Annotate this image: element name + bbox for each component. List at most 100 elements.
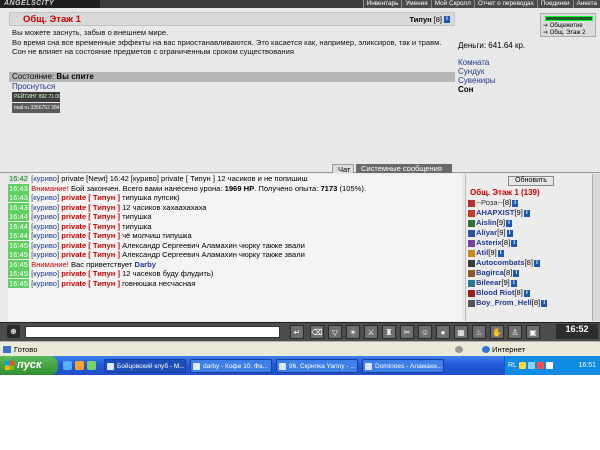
wakeup-link[interactable]: Проснуться: [12, 82, 55, 91]
chat-nick[interactable]: куриво: [33, 174, 57, 183]
refresh-button[interactable]: Обновить: [508, 176, 554, 186]
taskbar-window[interactable]: Бойцовский клуб - M...: [104, 358, 186, 373]
chat-nick[interactable]: куриво: [33, 269, 57, 278]
chat-time[interactable]: 16:45: [8, 240, 30, 250]
chat-time[interactable]: 16:45: [8, 250, 30, 259]
souvenirs-link[interactable]: Сувениры: [458, 76, 495, 85]
send-arrow-icon[interactable]: ↵: [290, 325, 304, 339]
chat-private-tag[interactable]: private [ Типун ]: [61, 269, 120, 278]
chat-nick[interactable]: куриво: [33, 212, 57, 221]
info-icon[interactable]: i: [506, 229, 513, 237]
user-name[interactable]: Asterix: [476, 238, 502, 248]
online-scrollbar[interactable]: [592, 174, 600, 321]
minimap-link[interactable]: ➔ Общежитие: [543, 23, 583, 30]
online-user[interactable]: Bagirca [8] i: [468, 268, 590, 278]
info-icon[interactable]: i: [533, 259, 540, 267]
privacy-icon[interactable]: [455, 346, 463, 353]
online-user[interactable]: Aliyar [9] i: [468, 228, 590, 238]
info-icon[interactable]: i: [511, 239, 518, 247]
site-logo[interactable]: ANGELSCITY: [0, 0, 100, 8]
user-name[interactable]: AHAPXIST: [476, 208, 514, 218]
user-name[interactable]: Autocombats: [476, 258, 525, 268]
online-user[interactable]: Blood Riot [8] i: [468, 288, 590, 298]
info-icon[interactable]: i: [497, 249, 504, 257]
chat-time[interactable]: 16:42: [8, 174, 30, 183]
nav-item-inventory[interactable]: Инвентарь: [362, 0, 402, 8]
online-user[interactable]: Autocombats [8] i: [468, 258, 590, 268]
nav-item-scroll[interactable]: Мой Скролл: [430, 0, 474, 8]
taskbar-window[interactable]: darby - Кофе 10. Фа...: [190, 358, 272, 373]
user-name[interactable]: Atil: [476, 248, 488, 258]
tab-chat[interactable]: Чат: [332, 164, 354, 174]
minimap-link[interactable]: ➔ Общ. Этаж 2: [543, 30, 585, 37]
potion-icon[interactable]: ♨: [472, 325, 486, 339]
chat-nick[interactable]: куриво: [33, 203, 57, 212]
chat-private-tag[interactable]: private [ Типун ]: [61, 279, 120, 288]
chat-time[interactable]: 16:43: [8, 183, 30, 193]
taskbar-window[interactable]: 96. Скрипка Yanny - ...: [276, 358, 358, 373]
chat-nick[interactable]: куриво: [33, 250, 57, 259]
hand-icon[interactable]: ✋: [490, 325, 504, 339]
chat-time[interactable]: 16:45: [8, 278, 30, 288]
online-user[interactable]: Atil [9] i: [468, 248, 590, 258]
chat-private-tag[interactable]: private [ Типун ]: [61, 222, 120, 231]
mailru-counter[interactable]: mail.ru 3356752 28415: [12, 103, 60, 113]
nav-item-skills[interactable]: Умения: [401, 0, 431, 8]
ball-icon[interactable]: ●: [436, 325, 450, 339]
chat-private-tag[interactable]: private [ Типун ]: [61, 231, 120, 240]
chat-nick[interactable]: Darby: [134, 260, 156, 269]
info-icon[interactable]: i: [444, 16, 450, 23]
smile-icon[interactable]: ☺: [418, 325, 432, 339]
media-icon[interactable]: [75, 361, 84, 370]
rating-counter[interactable]: РЕЙТИНГ 892 71 009: [12, 92, 60, 102]
taskbar-window[interactable]: Dominoes - Аламахи...: [362, 358, 444, 373]
language-indicator[interactable]: RL: [508, 362, 517, 369]
online-user[interactable]: Boy_From_Hell [8] i: [468, 298, 590, 308]
info-icon[interactable]: i: [506, 219, 513, 227]
eraser-icon[interactable]: ⌫: [310, 325, 324, 339]
user-name[interactable]: Aliyar: [476, 228, 497, 238]
online-user[interactable]: Asterix [8] i: [468, 238, 590, 248]
chat-nick[interactable]: куриво: [33, 241, 57, 250]
info-icon[interactable]: i: [512, 199, 519, 207]
nav-item-duels[interactable]: Поединки: [536, 0, 573, 8]
online-user[interactable]: Aislin [9] i: [468, 218, 590, 228]
grid-icon[interactable]: ▦: [454, 325, 468, 339]
nav-item-transfers[interactable]: Отчет о переводах: [473, 0, 537, 8]
online-user[interactable]: --Роза-- [8] i: [468, 198, 590, 208]
online-user[interactable]: AHAPXIST [9] i: [468, 208, 590, 218]
desktop-icon[interactable]: [87, 361, 96, 370]
chat-input[interactable]: [25, 326, 280, 338]
info-icon[interactable]: i: [541, 299, 548, 307]
room-link[interactable]: Комната: [458, 58, 495, 67]
user-name[interactable]: Boy_From_Hell: [476, 298, 532, 308]
chat-time[interactable]: 16:43: [8, 202, 30, 212]
chat-nick[interactable]: куриво: [33, 222, 57, 231]
info-icon[interactable]: i: [523, 209, 530, 217]
tray-icon[interactable]: [545, 362, 553, 369]
chat-private-tag[interactable]: private [ Типун ]: [61, 250, 120, 259]
start-button[interactable]: пуск: [0, 356, 58, 375]
online-user[interactable]: Bileear [9] i: [468, 278, 590, 288]
chat-time[interactable]: 16:44: [8, 212, 30, 221]
user-name[interactable]: Blood Riot: [476, 288, 514, 298]
tray-icon[interactable]: [527, 362, 535, 369]
user-name[interactable]: Bileear: [476, 278, 501, 288]
info-icon[interactable]: i: [523, 289, 530, 297]
chat-time[interactable]: 16:44: [8, 221, 30, 231]
chat-time[interactable]: 16:45: [8, 269, 30, 278]
nav-item-profile[interactable]: Анкета: [572, 0, 600, 8]
chat-nick[interactable]: куриво: [33, 231, 57, 240]
user-name[interactable]: --Роза--: [476, 198, 503, 208]
chat-private-tag[interactable]: private [ Типун ]: [61, 241, 120, 250]
bag-icon[interactable]: ▣: [526, 325, 540, 339]
user-name[interactable]: Aislin: [476, 218, 497, 228]
chat-time[interactable]: 16:45: [8, 259, 30, 269]
fight-icon[interactable]: ⚔: [364, 325, 378, 339]
smiley-icon[interactable]: ☻: [7, 325, 20, 338]
walk-icon[interactable]: ♜: [382, 325, 396, 339]
tray-icon[interactable]: [518, 362, 526, 369]
chat-time[interactable]: 16:44: [8, 231, 30, 240]
info-icon[interactable]: i: [510, 279, 517, 287]
lamp-icon[interactable]: ☀: [346, 325, 360, 339]
